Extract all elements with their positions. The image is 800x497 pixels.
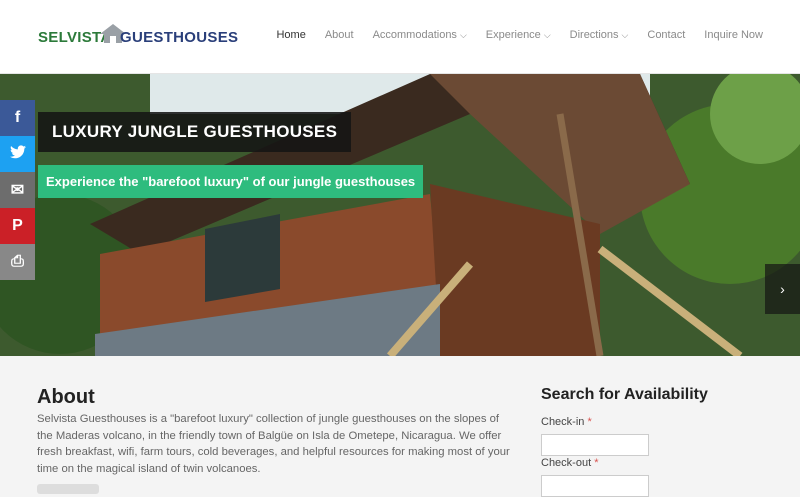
pinterest-icon: P xyxy=(12,217,23,234)
read-more-button[interactable] xyxy=(37,484,99,494)
email-icon: ✉ xyxy=(10,182,25,199)
nav-home[interactable]: Home xyxy=(276,29,305,41)
chevron-down-icon: ⌵ xyxy=(459,30,467,40)
pinterest-share-button[interactable]: P xyxy=(0,208,35,244)
site-logo[interactable]: SELVISTA GUESTHOUSES xyxy=(38,22,238,50)
nav-contact-label: Contact xyxy=(647,29,686,41)
nav-experience-label: Experience xyxy=(485,29,541,41)
facebook-share-button[interactable]: f xyxy=(0,100,35,136)
nav-contact[interactable]: Contact xyxy=(647,29,685,41)
chevron-down-icon: ⌵ xyxy=(543,30,551,40)
email-share-button[interactable]: ✉ xyxy=(0,172,35,208)
required-mark: * xyxy=(587,416,592,428)
checkout-label: Check-out * xyxy=(541,457,598,469)
twitter-icon xyxy=(9,144,26,164)
main-nav: Home About Accommodations ⌵ Experience ⌵ D… xyxy=(276,29,763,41)
logo-word-guesthouses: GUESTHOUSES xyxy=(120,29,239,46)
about-text: Selvista Guesthouses is a "barefoot luxu… xyxy=(37,413,510,475)
nav-home-label: Home xyxy=(276,29,306,41)
twitter-share-button[interactable] xyxy=(0,136,35,172)
nav-directions[interactable]: Directions ⌵ xyxy=(570,29,629,41)
checkin-label-text: Check-in xyxy=(541,416,585,428)
chevron-right-icon: › xyxy=(780,281,785,297)
print-button[interactable]: ⎙ xyxy=(0,244,35,280)
nav-experience[interactable]: Experience ⌵ xyxy=(486,29,551,41)
chevron-down-icon: ⌵ xyxy=(621,30,629,40)
search-heading: Search for Availability xyxy=(541,386,708,403)
social-share-bar: f ✉ P ⎙ xyxy=(0,100,35,280)
nav-about-label: About xyxy=(324,29,354,41)
nav-accommodations-label: Accommodations xyxy=(372,29,457,41)
checkin-field[interactable] xyxy=(541,434,649,456)
nav-about[interactable]: About xyxy=(325,29,354,41)
about-heading: About xyxy=(37,386,95,408)
nav-accommodations[interactable]: Accommodations ⌵ xyxy=(373,29,467,41)
checkout-field[interactable] xyxy=(541,475,649,497)
checkin-label: Check-in * xyxy=(541,416,592,428)
print-icon: ⎙ xyxy=(11,253,24,270)
required-mark: * xyxy=(594,457,599,469)
nav-directions-label: Directions xyxy=(569,29,619,41)
facebook-icon: f xyxy=(14,109,21,126)
next-slide-button[interactable]: › xyxy=(765,264,800,314)
checkout-label-text: Check-out xyxy=(541,457,592,469)
site-header: SELVISTA GUESTHOUSES Home About Accommod… xyxy=(0,0,800,74)
hero-title: LUXURY JUNGLE GUESTHOUSES xyxy=(38,112,352,152)
hero-subtitle: Experience the "barefoot luxury" of our … xyxy=(38,165,424,198)
nav-inquire-now[interactable]: Inquire Now xyxy=(704,29,763,41)
nav-inquire-now-label: Inquire Now xyxy=(704,29,763,41)
